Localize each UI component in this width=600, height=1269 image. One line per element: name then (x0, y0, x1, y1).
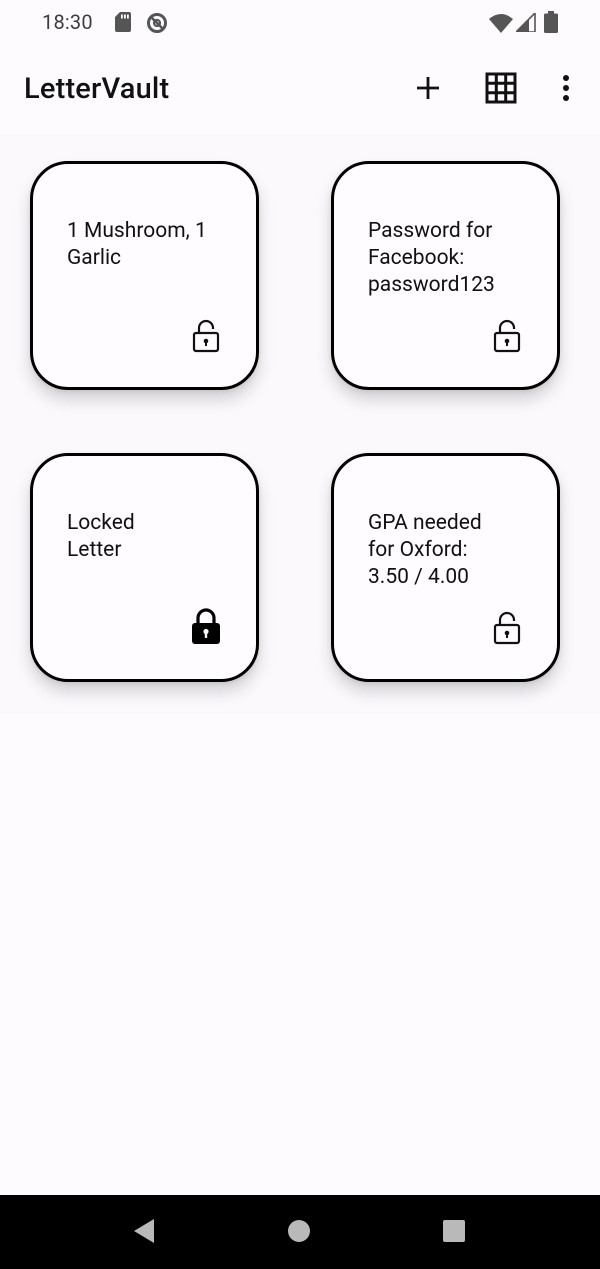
back-icon (132, 1218, 156, 1248)
app-title: LetterVault (24, 72, 170, 106)
letters-grid: 1 Mushroom, 1 Garlic Password for Facebo… (0, 134, 600, 714)
letter-card[interactable]: Password for Facebook: password123 (331, 161, 560, 390)
add-letter-button[interactable] (404, 66, 452, 114)
recents-button[interactable] (432, 1211, 476, 1255)
lock-closed-icon[interactable] (191, 608, 221, 645)
letter-card[interactable]: Locked Letter (30, 453, 259, 682)
back-button[interactable] (122, 1211, 166, 1255)
letter-card[interactable]: 1 Mushroom, 1 Garlic (30, 161, 259, 390)
wifi-icon (489, 13, 513, 37)
more-options-button[interactable] (542, 66, 590, 114)
home-button[interactable] (277, 1211, 321, 1255)
letter-text: 1 Mushroom, 1 Garlic (67, 219, 207, 270)
grid-view-button[interactable] (477, 66, 525, 114)
status-time: 18:30 (42, 10, 93, 34)
letter-card[interactable]: GPA needed for Oxford: 3.50 / 4.00 (331, 453, 560, 682)
system-nav-bar (0, 1195, 600, 1269)
letter-text: Locked Letter (67, 511, 135, 562)
add-icon (415, 75, 441, 105)
top-app-bar: LetterVault (0, 46, 600, 134)
letter-text: Password for Facebook: password123 (368, 219, 495, 297)
lock-open-icon[interactable] (492, 319, 522, 353)
sd-card-icon (115, 12, 131, 36)
no-disturb-icon (146, 12, 168, 38)
grid-view-icon (485, 72, 517, 108)
more-vert-icon (561, 74, 571, 106)
lock-open-icon[interactable] (191, 319, 221, 353)
letter-text: GPA needed for Oxford: 3.50 / 4.00 (368, 511, 482, 589)
battery-icon (544, 11, 558, 37)
home-icon (287, 1219, 311, 1247)
lock-open-icon[interactable] (492, 611, 522, 645)
signal-icon (514, 11, 536, 36)
recents-icon (442, 1219, 466, 1247)
status-bar: 18:30 (0, 0, 600, 46)
